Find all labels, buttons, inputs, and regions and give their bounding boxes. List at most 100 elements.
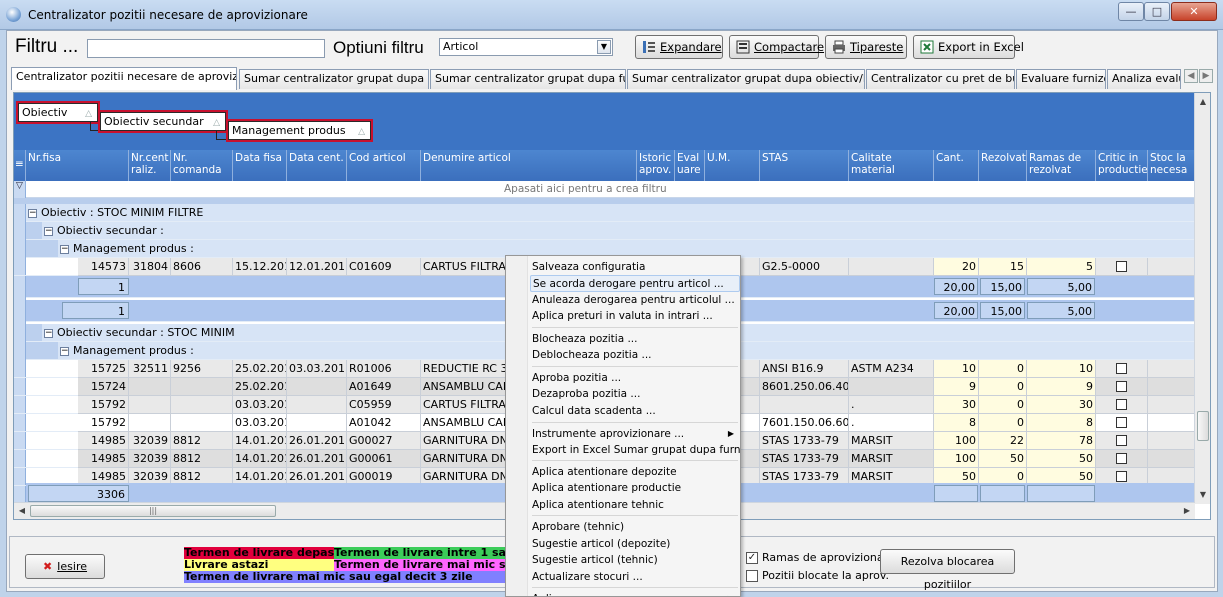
cell-critic[interactable] — [1096, 378, 1148, 396]
scroll-left-icon[interactable]: ◀ — [15, 504, 29, 518]
cell-data-cent[interactable]: 26.01.2011 — [287, 432, 347, 450]
minimize-button[interactable]: — — [1118, 2, 1144, 21]
cell-stas[interactable]: STAS 1733-79 — [760, 450, 849, 468]
tab-centralizator[interactable]: Centralizator pozitii necesare de aprovi… — [11, 67, 237, 90]
cell-nr-fisa[interactable]: 15792 — [78, 396, 129, 414]
chevron-down-icon[interactable]: ▼ — [597, 40, 611, 54]
cell-stas[interactable]: 7601.150.06.6000 — [760, 414, 849, 432]
cell-rezolvat[interactable]: 0 — [979, 396, 1027, 414]
checkbox-icon[interactable] — [1116, 452, 1127, 464]
cell-calitate[interactable]: ASTM A234 — [849, 360, 934, 378]
expand-button[interactable]: Expandare — [635, 35, 723, 59]
checkbox-icon[interactable] — [1116, 470, 1127, 482]
cell-cod[interactable]: A01649 — [347, 378, 421, 396]
cell-ramas[interactable]: 30 — [1027, 396, 1096, 414]
cell-cod[interactable]: G00027 — [347, 432, 421, 450]
cell-nr-cent[interactable] — [129, 378, 171, 396]
group-chip-obiectiv-secundar[interactable]: Obiectiv secundar △ — [98, 110, 228, 133]
cell-data-fisa[interactable]: 15.12.201 — [233, 258, 287, 276]
cell-ramas[interactable]: 8 — [1027, 414, 1096, 432]
scroll-down-icon[interactable]: ▼ — [1196, 488, 1210, 502]
cell-rezolvat[interactable]: 0 — [979, 360, 1027, 378]
context-menu-item[interactable]: Actualizare stocuri ... — [530, 569, 740, 586]
tab-scroll-right-icon[interactable]: ▶ — [1199, 69, 1213, 83]
cell-data-cent[interactable] — [287, 396, 347, 414]
col-nr-fisa[interactable]: Nr.fisa — [26, 150, 129, 181]
cell-nr-cent[interactable] — [129, 414, 171, 432]
context-menu-item[interactable]: Instrumente aprovizionare ... ▶ — [530, 426, 740, 443]
context-menu-item[interactable]: Aproba pozitia ... — [530, 370, 740, 387]
cell-calitate[interactable]: . — [849, 414, 934, 432]
cell-rezolvat[interactable]: 15 — [979, 258, 1027, 276]
tab-sumar-obiectiv[interactable]: Sumar centralizator grupat dupa obiectiv… — [627, 69, 865, 89]
cell-ramas[interactable]: 78 — [1027, 432, 1096, 450]
export-excel-button[interactable]: Export in Excel — [913, 35, 1024, 59]
cell-critic[interactable] — [1096, 450, 1148, 468]
cell-cod[interactable]: C05959 — [347, 396, 421, 414]
context-menu-item[interactable]: Deblocheaza pozitia ... — [530, 347, 740, 364]
close-button[interactable]: ✕ — [1171, 2, 1217, 21]
context-menu-item[interactable]: Aplica preturi in valuta in intrari ... — [530, 308, 740, 325]
cell-critic[interactable] — [1096, 360, 1148, 378]
filter-options-select[interactable]: Articol ▼ — [439, 38, 613, 56]
collapse-icon[interactable]: − — [44, 328, 53, 338]
tab-sumar-articol[interactable]: Sumar centralizator grupat dupa articol — [239, 69, 429, 89]
col-data-cent[interactable]: Data cent. — [287, 150, 347, 181]
cell-nr-cmd[interactable] — [171, 396, 233, 414]
tab-pret-buget[interactable]: Centralizator cu pret de buget — [866, 69, 1015, 89]
checkbox-icon[interactable] — [1116, 398, 1127, 410]
cell-stas[interactable]: STAS 1733-79 — [760, 432, 849, 450]
cell-nr-fisa[interactable]: 15792 — [78, 414, 129, 432]
col-data-fisa[interactable]: Data fisa — [233, 150, 287, 181]
checkbox-icon[interactable] — [746, 570, 758, 582]
col-ramas-rezolvat[interactable]: Ramas de rezolvat — [1027, 150, 1096, 181]
cell-nr-cmd[interactable] — [171, 378, 233, 396]
tab-analiza-evaluare[interactable]: Analiza evalua — [1107, 69, 1181, 89]
cell-cod[interactable]: R01006 — [347, 360, 421, 378]
col-cod-articol[interactable]: Cod articol — [347, 150, 421, 181]
cell-rezolvat[interactable]: 0 — [979, 378, 1027, 396]
cell-critic[interactable] — [1096, 414, 1148, 432]
cell-data-cent[interactable]: 03.03.2011 — [287, 360, 347, 378]
cell-nr-cmd[interactable] — [171, 414, 233, 432]
collapse-icon[interactable]: − — [28, 208, 37, 218]
col-critic-productie[interactable]: Critic in productie — [1096, 150, 1148, 181]
checkbox-icon[interactable] — [1116, 434, 1127, 446]
checkbox-checked-icon[interactable]: ✓ — [746, 552, 758, 564]
col-stas[interactable]: STAS — [760, 150, 849, 181]
cell-nr-cent[interactable]: 32039 — [129, 450, 171, 468]
cell-nr-cent[interactable] — [129, 396, 171, 414]
cell-calitate[interactable] — [849, 378, 934, 396]
cell-calitate[interactable]: . — [849, 396, 934, 414]
cell-empty[interactable] — [1148, 396, 1195, 414]
option-ramas[interactable]: ✓ Ramas de aprovizionat — [746, 551, 888, 564]
checkbox-icon[interactable] — [1116, 416, 1127, 428]
cell-stas[interactable]: 8601.250.06.4000 — [760, 378, 849, 396]
col-rezolvat[interactable]: Rezolvat — [979, 150, 1027, 181]
context-menu-item[interactable]: Calcul data scadenta ... — [530, 403, 740, 420]
cell-data-cent[interactable]: 12.01.2011 — [287, 258, 347, 276]
cell-nr-fisa[interactable]: 15724 — [78, 378, 129, 396]
group-row-obiectiv-secundar[interactable]: − Obiectiv secundar : — [26, 222, 1195, 240]
cell-stas[interactable]: G2.5-0000 — [760, 258, 849, 276]
cell-rezolvat[interactable]: 50 — [979, 450, 1027, 468]
cell-ramas[interactable]: 10 — [1027, 360, 1096, 378]
cell-critic[interactable] — [1096, 258, 1148, 276]
cell-cant[interactable]: 20 — [934, 258, 979, 276]
compact-button[interactable]: Compactare — [729, 35, 824, 59]
cell-ramas[interactable]: 50 — [1027, 450, 1096, 468]
tab-sumar-furnizori[interactable]: Sumar centralizator grupat dupa furnizor… — [430, 69, 626, 89]
context-menu-item[interactable]: Export in Excel Sumar grupat dupa furniz… — [530, 442, 740, 459]
col-stoc-necesar[interactable]: Stoc la necesa — [1148, 150, 1195, 181]
tab-scroll-left-icon[interactable]: ◀ — [1184, 69, 1198, 83]
cell-cant[interactable]: 100 — [934, 450, 979, 468]
cell-nr-cent[interactable]: 32039 — [129, 432, 171, 450]
group-chip-management-produs[interactable]: Management produs △ — [226, 119, 373, 142]
option-blocate[interactable]: Pozitii blocate la aprov. — [746, 569, 889, 582]
cell-data-fisa[interactable]: 25.02.201 — [233, 360, 287, 378]
cell-empty[interactable] — [1148, 258, 1195, 276]
cell-nr-cmd[interactable]: 8812 — [171, 450, 233, 468]
tab-evaluare-furnizori[interactable]: Evaluare furnizori — [1016, 69, 1106, 89]
scroll-thumb[interactable] — [1197, 411, 1209, 441]
cell-critic[interactable] — [1096, 432, 1148, 450]
